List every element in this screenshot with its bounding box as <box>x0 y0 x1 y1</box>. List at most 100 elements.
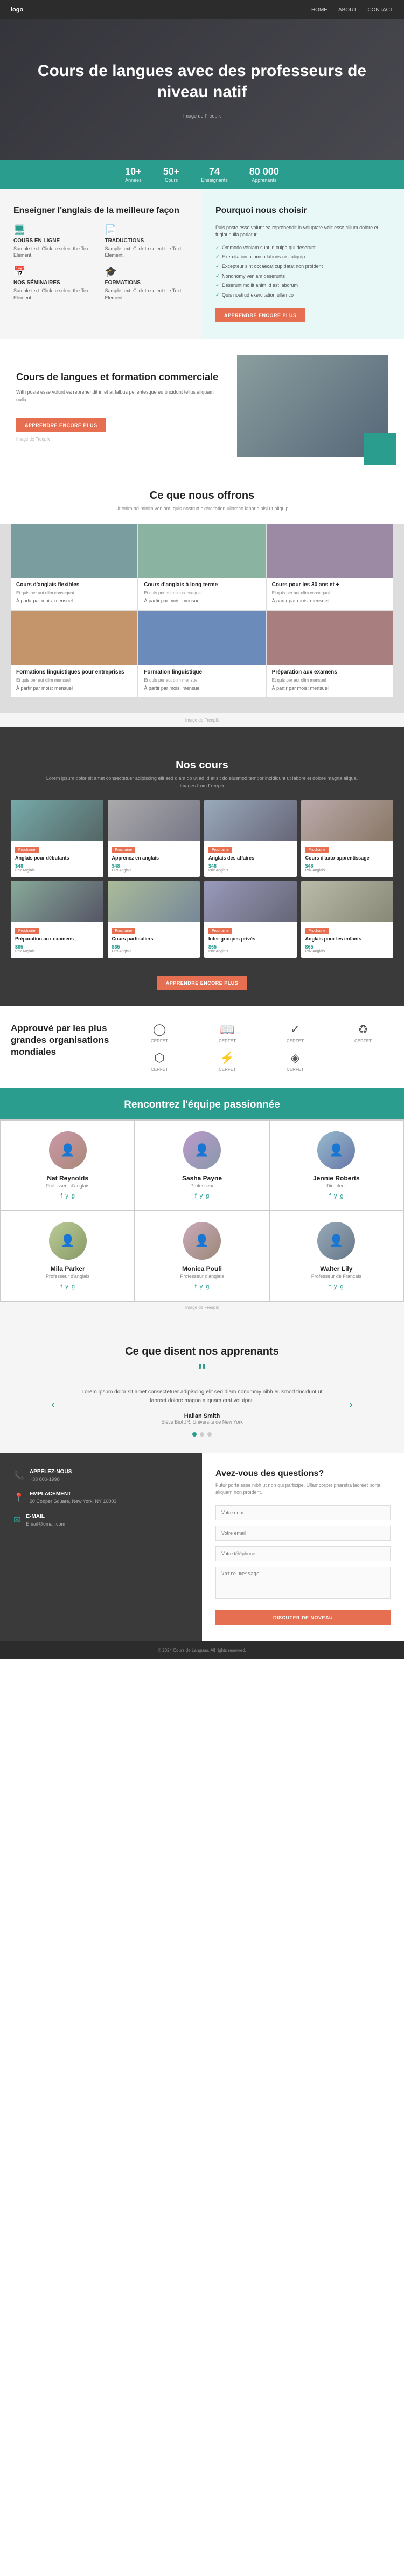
nav-home[interactable]: HOME <box>311 7 328 13</box>
testimonial-author-role: Elève Biol JR, Université de New York <box>57 1419 347 1425</box>
mila-twitter-icon[interactable]: y <box>65 1283 68 1290</box>
cours-img-4 <box>301 800 394 841</box>
cours-title-1: Anglais pour débutants <box>15 855 99 862</box>
feature-translations-text: Sample text. Click to select the Text El… <box>105 245 189 259</box>
offering-text-4: Et quis per aut olim mensuel <box>16 677 132 683</box>
offerings-subtitle: Ut enim ad minim veniam, quis nostrud ex… <box>0 505 404 524</box>
cours-grid: Prochaine Anglais pour débutants $48 Pri… <box>11 800 393 957</box>
why-learn-more-button[interactable]: APPRENDRE ENCORE PLUS <box>215 308 305 322</box>
jennie-facebook-icon[interactable]: f <box>329 1193 331 1199</box>
cours-tag-2: Prochaine <box>112 847 136 853</box>
cours-price-6: $65 <box>112 944 196 950</box>
team-avatar-nat: 👤 <box>49 1131 87 1169</box>
dot-1[interactable] <box>192 1432 197 1437</box>
nos-cours-title: Nos cours <box>11 743 393 775</box>
jennie-google-icon[interactable]: g <box>340 1193 344 1199</box>
two-col-section: Enseigner l'anglais de la meilleure faço… <box>0 189 404 339</box>
nos-cours-subtitle: Lorem ipsum dolor sit amet consectetuer … <box>11 775 393 800</box>
nav-contact[interactable]: CONTACT <box>367 7 393 13</box>
cours-title-8: Anglais pour les enfants <box>305 936 389 943</box>
nav-about[interactable]: ABOUT <box>338 7 357 13</box>
offerings-section: Ce que nous offrons Ut enim ad minim ven… <box>0 473 404 727</box>
sasha-twitter-icon[interactable]: y <box>200 1193 203 1199</box>
stat-years-number: 10+ <box>125 166 142 177</box>
hero-section: Cours de langues avec des professeurs de… <box>0 19 404 160</box>
stat-years: 10+ Années <box>125 166 142 183</box>
offering-img-2 <box>138 524 265 578</box>
cours-img-3 <box>204 800 297 841</box>
cours-price-1: $48 <box>15 863 99 869</box>
cours-tag-8: Prochaine <box>305 928 329 934</box>
offering-body-3: Cours pour les 30 ans et + Et quis per a… <box>267 578 393 610</box>
cours-title-7: Inter-groupes privés <box>208 936 292 943</box>
stat-teachers-number: 74 <box>201 166 228 177</box>
feature-seminars: 📅 NOS SÉMINAIRES Sample text. Click to s… <box>13 266 97 301</box>
stat-teachers-label: Enseignants <box>201 177 228 183</box>
header: logo HOME ABOUT CONTACT <box>0 0 404 19</box>
team-name-mila: Mila Parker <box>10 1265 126 1273</box>
nat-twitter-icon[interactable]: y <box>65 1193 68 1199</box>
cours-card-3: Prochaine Anglais des affaires $48 Prix … <box>204 800 297 877</box>
testimonial-next-button[interactable]: › <box>349 1399 353 1411</box>
email-field-container <box>215 1526 391 1541</box>
stat-teachers: 74 Enseignants <box>201 166 228 183</box>
stat-students: 80 000 Apprenants <box>249 166 279 183</box>
feature-formations-text: Sample text. Click to select the Text El… <box>105 287 189 301</box>
cours-learn-more-button[interactable]: APPRENDRE ENCORE PLUS <box>157 976 247 990</box>
mila-facebook-icon[interactable]: f <box>60 1283 62 1290</box>
offering-body-1: Cours d'anglais flexibles Et quis per au… <box>11 578 137 610</box>
walter-google-icon[interactable]: g <box>340 1283 344 1290</box>
feature-seminars-title: NOS SÉMINAIRES <box>13 280 97 286</box>
nat-google-icon[interactable]: g <box>72 1193 75 1199</box>
sasha-facebook-icon[interactable]: f <box>195 1193 197 1199</box>
message-textarea[interactable] <box>215 1567 391 1599</box>
cours-img-1 <box>11 800 103 841</box>
email-input[interactable] <box>215 1526 391 1541</box>
contact-location-value: 20 Cooper Square, New York, NY 10003 <box>30 1498 116 1505</box>
mila-google-icon[interactable]: g <box>72 1283 75 1290</box>
dot-3[interactable] <box>207 1432 212 1437</box>
cours-body-6: Prochaine Cours particuliers $65 Prix An… <box>108 922 200 958</box>
cours-body-4: Prochaine Cours d'auto-apprentissage $48… <box>301 841 394 877</box>
cours-body-3: Prochaine Anglais des affaires $48 Prix … <box>204 841 297 877</box>
name-input[interactable] <box>215 1505 391 1520</box>
phone-input[interactable] <box>215 1546 391 1561</box>
walter-facebook-icon[interactable]: f <box>329 1283 331 1290</box>
monica-google-icon[interactable]: g <box>206 1283 209 1290</box>
walter-twitter-icon[interactable]: y <box>334 1283 337 1290</box>
cours-img-2 <box>108 800 200 841</box>
cours-body-1: Prochaine Anglais pour débutants $48 Pri… <box>11 841 103 877</box>
team-role-nat: Professeur d'anglais <box>10 1183 126 1189</box>
why-item-4: Nononomy veniam deserunts <box>215 273 391 280</box>
cours-img-5 <box>11 881 103 922</box>
dot-2[interactable] <box>200 1432 204 1437</box>
why-list: Ommodo veniam sunt in culpa qui deserunt… <box>215 244 391 299</box>
cours-img-7 <box>204 881 297 922</box>
cours-price-8: $65 <box>305 944 389 950</box>
logo-label-1: CERFET <box>151 1039 168 1043</box>
team-social-mila: f y g <box>10 1283 126 1290</box>
offering-text-1: Et quis per aut olim consequat <box>16 590 132 596</box>
offering-img-3 <box>267 524 393 578</box>
cours-img-8 <box>301 881 394 922</box>
testimonial-box: ‹ › Lorem ipsum dolor sit amet consectet… <box>57 1388 347 1425</box>
offering-price-5: À partir par mois: mensuel <box>144 685 260 691</box>
jennie-twitter-icon[interactable]: y <box>334 1193 337 1199</box>
hero-title: Cours de langues avec des professeurs de… <box>32 60 372 102</box>
stats-bar: 10+ Années 50+ Cours 74 Enseignants 80 0… <box>0 160 404 189</box>
cours-body-2: Prochaine Apprenez en anglais $48 Prix A… <box>108 841 200 877</box>
cours-tag-5: Prochaine <box>15 928 39 934</box>
cours-price-4: $48 <box>305 863 389 869</box>
team-avatar-sasha: 👤 <box>183 1131 221 1169</box>
name-field-container <box>215 1505 391 1520</box>
monica-twitter-icon[interactable]: y <box>200 1283 203 1290</box>
monica-facebook-icon[interactable]: f <box>195 1283 197 1290</box>
phone-icon: 📞 <box>13 1470 24 1481</box>
commercial-learn-more-button[interactable]: APPRENDRE ENCORE PLUS <box>16 418 106 432</box>
submit-button[interactable]: DISCUTER DE NOVEAU <box>215 1610 391 1625</box>
cours-title-6: Cours particuliers <box>112 936 196 943</box>
nat-facebook-icon[interactable]: f <box>60 1193 62 1199</box>
team-card-sasha: 👤 Sasha Payne Professeur f y g <box>135 1121 268 1210</box>
testimonial-prev-button[interactable]: ‹ <box>51 1399 55 1411</box>
sasha-google-icon[interactable]: g <box>206 1193 209 1199</box>
